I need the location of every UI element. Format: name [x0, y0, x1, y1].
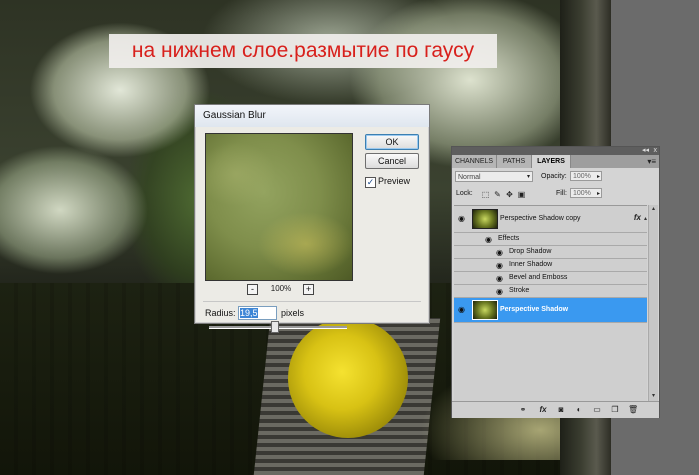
dialog-title[interactable]: Gaussian Blur — [195, 105, 429, 127]
radius-slider-thumb[interactable] — [270, 321, 279, 333]
blend-mode-select[interactable]: Normal ▾ — [455, 171, 533, 182]
trash-icon[interactable]: 🗑 — [628, 405, 638, 415]
lock-all-icon[interactable]: ▣ — [517, 190, 526, 199]
preview-label: Preview — [378, 176, 411, 186]
zoom-out-button[interactable]: - — [247, 284, 258, 295]
new-layer-icon[interactable]: ❐ — [610, 405, 620, 415]
eye-icon[interactable]: ◉ — [457, 214, 466, 223]
eye-icon[interactable]: ◉ — [495, 261, 504, 270]
collapse-icon[interactable]: ◂◂ — [642, 147, 649, 155]
radius-label: Radius: — [205, 308, 236, 318]
effect-row[interactable]: ◉ Inner Shadow — [454, 259, 647, 272]
radius-input[interactable]: 19,5 — [238, 306, 277, 320]
tab-paths[interactable]: PATHS — [497, 155, 532, 168]
close-icon[interactable]: x — [654, 147, 658, 155]
layer-row-shadow-copy[interactable]: ◉ Perspective Shadow copy fx ▴ — [454, 206, 647, 233]
zoom-level: 100% — [270, 284, 292, 293]
opacity-value: 100% — [573, 173, 591, 180]
layer-row-shadow[interactable]: ◉ Perspective Shadow — [454, 298, 647, 323]
yellow-flower-image — [288, 318, 408, 438]
lock-pixels-icon[interactable]: ✎ — [493, 190, 502, 199]
effect-row[interactable]: ◉ Drop Shadow — [454, 246, 647, 259]
tab-layers[interactable]: LAYERS — [532, 155, 571, 168]
fill-value: 100% — [573, 190, 591, 197]
layers-panel: ◂◂ x CHANNELS PATHS LAYERS ▾≡ Normal ▾ Op… — [451, 146, 660, 418]
effects-row[interactable]: ◉ Effects — [454, 233, 647, 246]
tab-channels[interactable]: CHANNELS — [452, 155, 497, 168]
fill-input[interactable]: 100% ▸ — [570, 188, 602, 198]
cancel-button[interactable]: Cancel — [365, 153, 419, 169]
effects-label: Effects — [498, 235, 520, 242]
preview-checkbox[interactable]: ✓ — [365, 177, 376, 188]
blend-mode-value: Normal — [458, 174, 481, 181]
chevron-right-icon: ▸ — [596, 191, 600, 197]
effect-row[interactable]: ◉ Bevel and Emboss — [454, 272, 647, 285]
layers-toolbar: ⚭ fx ◙ ◐ ▭ ❐ 🗑 — [452, 401, 659, 418]
effect-name: Drop Shadow — [509, 248, 552, 255]
fx-icon[interactable]: fx — [634, 213, 641, 222]
eye-icon[interactable]: ◉ — [484, 235, 493, 244]
adjustment-icon[interactable]: ◐ — [574, 405, 584, 415]
layers-scrollbar[interactable]: ▴ ▾ — [648, 205, 658, 401]
lock-transparency-icon[interactable]: ⬚ — [481, 190, 490, 199]
eye-icon[interactable]: ◉ — [495, 274, 504, 283]
chevron-down-icon: ▾ — [526, 174, 530, 180]
effect-row[interactable]: ◉ Stroke — [454, 285, 647, 298]
opacity-label: Opacity: — [541, 173, 567, 180]
eye-icon[interactable]: ◉ — [495, 287, 504, 296]
lock-position-icon[interactable]: ✥ — [505, 190, 514, 199]
lock-label: Lock: — [456, 190, 473, 197]
radius-unit: pixels — [281, 308, 305, 318]
effect-name: Stroke — [509, 287, 530, 294]
layer-thumbnail — [472, 209, 498, 229]
mask-icon[interactable]: ◙ — [556, 405, 566, 415]
link-icon[interactable]: ⚭ — [518, 405, 528, 415]
layers-list: ◉ Perspective Shadow copy fx ▴ ◉ Effects… — [454, 205, 647, 402]
panel-menu-icon[interactable]: ▾≡ — [647, 155, 656, 168]
blend-row: Normal ▾ Opacity: 100% ▸ — [452, 169, 659, 184]
eye-icon[interactable]: ◉ — [495, 248, 504, 257]
layer-thumbnail — [472, 300, 498, 320]
zoom-in-button[interactable]: + — [303, 284, 314, 295]
gaussian-blur-dialog: Gaussian Blur - 100% + OK Cancel ✓ Previ… — [194, 104, 430, 333]
collapse-arrow-icon[interactable]: ▴ — [644, 215, 647, 222]
fill-label: Fill: — [556, 190, 567, 197]
layer-name: Perspective Shadow — [500, 306, 569, 313]
effect-name: Bevel and Emboss — [509, 274, 568, 281]
effect-name: Inner Shadow — [509, 261, 553, 268]
panel-header: ◂◂ x — [452, 147, 659, 155]
fx-icon[interactable]: fx — [538, 405, 548, 415]
chevron-right-icon: ▸ — [596, 174, 600, 180]
blur-preview[interactable] — [205, 133, 353, 281]
dialog-separator — [203, 301, 421, 302]
folder-icon[interactable]: ▭ — [592, 405, 602, 415]
panel-tabs: CHANNELS PATHS LAYERS ▾≡ — [452, 155, 659, 168]
scroll-down-icon[interactable]: ▾ — [649, 392, 658, 401]
radius-value: 19,5 — [240, 308, 258, 318]
caption-text: на нижнем слое.размытие по гаусу — [109, 34, 497, 68]
layer-name: Perspective Shadow copy — [500, 215, 581, 222]
opacity-input[interactable]: 100% ▸ — [570, 171, 602, 181]
eye-icon[interactable]: ◉ — [457, 305, 466, 314]
scroll-up-icon[interactable]: ▴ — [649, 205, 658, 214]
ok-button[interactable]: OK — [365, 134, 419, 150]
